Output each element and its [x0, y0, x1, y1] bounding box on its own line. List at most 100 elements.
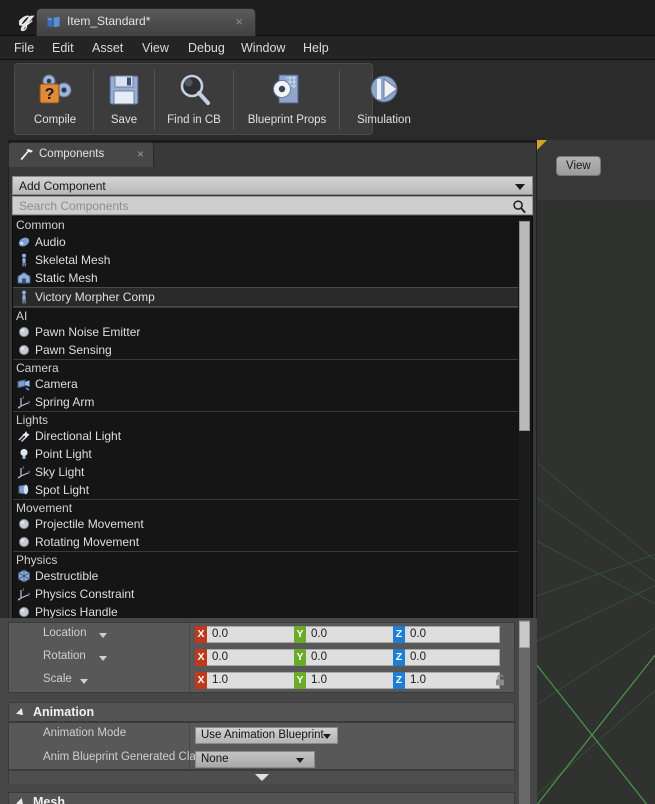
- viewport-active-corner-marker: [537, 140, 547, 150]
- dropdown-item-label: Spot Light: [35, 483, 90, 497]
- spot-light-icon: [17, 483, 31, 497]
- dropdown-item-projectile-movement[interactable]: Projectile Movement: [13, 515, 518, 533]
- rotation-z-field[interactable]: Z 0.0: [393, 649, 500, 666]
- dropdown-item-label: Physics Handle: [35, 605, 118, 619]
- chevron-down-icon: [296, 758, 304, 763]
- menu-item-view[interactable]: View: [136, 36, 175, 60]
- svg-text:x: x: [18, 597, 20, 602]
- details-scrollbar-thumb[interactable]: [519, 621, 530, 648]
- dropdown-item-rotating-movement[interactable]: Rotating Movement: [13, 533, 518, 551]
- animation-section-header[interactable]: Animation: [8, 702, 515, 722]
- toolbar-button-compile[interactable]: ? Compile: [17, 65, 93, 135]
- location-z-input[interactable]: 0.0: [405, 626, 500, 643]
- menu-item-file[interactable]: File: [8, 36, 40, 60]
- chevron-down-icon[interactable]: [98, 656, 107, 661]
- property-row-anim-blueprint-class: Anim Blueprint Generated Cla None: [9, 747, 514, 771]
- scale-x-field[interactable]: X 1.0: [195, 672, 302, 689]
- location-x-field[interactable]: X 0.0: [195, 626, 302, 643]
- search-components-input[interactable]: Search Components: [12, 196, 533, 215]
- tab-components[interactable]: Components ×: [8, 142, 154, 167]
- chevron-down-icon[interactable]: [98, 633, 107, 638]
- scale-y-field[interactable]: Y 1.0: [294, 672, 401, 689]
- mesh-section-header[interactable]: Mesh: [8, 792, 515, 804]
- dropdown-category-ai: AI: [13, 307, 518, 323]
- camera-icon: [17, 377, 31, 391]
- property-row-location: Location X 0.0 Y 0.0 Z 0.0: [9, 623, 514, 646]
- dropdown-item-camera[interactable]: Camera: [13, 375, 518, 393]
- svg-text:z: z: [22, 465, 24, 470]
- compile-gears-icon: ?: [35, 70, 75, 110]
- axis-label-x: X: [195, 626, 207, 643]
- toolbar-button-save[interactable]: Save: [94, 65, 154, 135]
- dropdown-item-point-light[interactable]: Point Light: [13, 445, 518, 463]
- svg-text:y: y: [28, 469, 30, 474]
- sphere-icon: [17, 343, 31, 357]
- dropdown-item-static-mesh[interactable]: Static Mesh: [13, 269, 518, 287]
- chevron-down-icon: [16, 708, 26, 718]
- dropdown-item-spring-arm[interactable]: z y x Spring Arm: [13, 393, 518, 411]
- rotation-y-field[interactable]: Y 0.0: [294, 649, 401, 666]
- dropdown-category-lights: Lights: [13, 411, 518, 427]
- menu-item-help[interactable]: Help: [297, 36, 335, 60]
- dropdown-item-physics-handle[interactable]: Physics Handle: [13, 603, 518, 619]
- skeletal-mesh-icon: [17, 253, 31, 267]
- 3d-viewport[interactable]: [537, 140, 655, 804]
- chevron-down-icon[interactable]: [80, 679, 88, 684]
- dropdown-item-skeletal-mesh[interactable]: Skeletal Mesh: [13, 251, 518, 269]
- toolbar-button-find-in-cb[interactable]: Find in CB: [155, 65, 233, 135]
- location-y-field[interactable]: Y 0.0: [294, 626, 401, 643]
- dropdown-item-label: Sky Light: [35, 465, 85, 479]
- menu-item-edit[interactable]: Edit: [46, 36, 80, 60]
- location-z-field[interactable]: Z 0.0: [393, 626, 500, 643]
- dropdown-item-label: Skeletal Mesh: [35, 253, 111, 267]
- lock-ratio-icon[interactable]: [493, 673, 507, 687]
- dropdown-item-audio[interactable]: Audio: [13, 233, 518, 251]
- rotation-label: Rotation: [43, 650, 86, 662]
- blueprint-book-icon: [47, 16, 60, 28]
- axis-label-x: X: [195, 649, 207, 666]
- rotation-x-field[interactable]: X 0.0: [195, 649, 302, 666]
- viewport-grid: [537, 140, 655, 804]
- title-bar: 𝓆 Item_Standard* ×: [0, 0, 655, 36]
- menu-item-window[interactable]: Window: [235, 36, 291, 60]
- location-x-input[interactable]: 0.0: [207, 626, 302, 643]
- dropdown-item-pawn-sensing[interactable]: Pawn Sensing: [13, 341, 518, 359]
- axis-label-z: Z: [393, 672, 405, 689]
- toolbar-button-blueprint-props[interactable]: Blueprint Props: [234, 65, 340, 135]
- dropdown-item-sky-light[interactable]: z y x Sky Light: [13, 463, 518, 481]
- close-icon[interactable]: ×: [137, 147, 144, 161]
- sphere-icon: [17, 605, 31, 618]
- dropdown-item-directional-light[interactable]: Directional Light: [13, 427, 518, 445]
- scale-z-input[interactable]: 1.0: [405, 672, 500, 689]
- anim-blueprint-class-select[interactable]: None: [195, 751, 315, 768]
- add-component-dropdown-list[interactable]: Common Audio Skeletal Mesh Static Mesh Victo…: [12, 216, 533, 619]
- dropdown-scrollbar-thumb[interactable]: [519, 221, 530, 431]
- add-component-button[interactable]: Add Component: [12, 176, 533, 195]
- dropdown-item-victory-morpher-comp[interactable]: Victory Morpher Comp: [13, 287, 518, 307]
- location-label: Location: [43, 627, 87, 639]
- menu-item-debug[interactable]: Debug: [182, 36, 231, 60]
- animation-section-body: Animation Mode Use Animation Blueprint A…: [8, 722, 515, 770]
- view-button[interactable]: View: [556, 156, 601, 176]
- dropdown-item-destructible[interactable]: Destructible: [13, 567, 518, 585]
- expand-advanced-button[interactable]: [9, 771, 514, 784]
- tab-components-label: Components: [39, 148, 105, 160]
- dropdown-item-pawn-noise-emitter[interactable]: Pawn Noise Emitter: [13, 323, 518, 341]
- anim-blueprint-class-label: Anim Blueprint Generated Cla: [43, 751, 196, 763]
- toolbar-button-simulation[interactable]: Simulation: [341, 65, 427, 135]
- axis-icon: zy x: [17, 587, 31, 602]
- rotation-z-input[interactable]: 0.0: [405, 649, 500, 666]
- menu-item-asset[interactable]: Asset: [86, 36, 129, 60]
- document-tab-item-standard[interactable]: Item_Standard* ×: [36, 8, 256, 36]
- location-y-input[interactable]: 0.0: [306, 626, 401, 643]
- scale-z-field[interactable]: Z 1.0: [393, 672, 500, 689]
- close-icon[interactable]: ×: [235, 14, 243, 30]
- animation-expand-row[interactable]: [8, 770, 515, 784]
- rotation-y-input[interactable]: 0.0: [306, 649, 401, 666]
- dropdown-item-spot-light[interactable]: Spot Light: [13, 481, 518, 499]
- rotation-x-input[interactable]: 0.0: [207, 649, 302, 666]
- scale-y-input[interactable]: 1.0: [306, 672, 401, 689]
- scale-x-input[interactable]: 1.0: [207, 672, 302, 689]
- dropdown-item-physics-constraint[interactable]: z y x Physics Constraint: [13, 585, 518, 603]
- animation-mode-select[interactable]: Use Animation Blueprint: [195, 727, 338, 744]
